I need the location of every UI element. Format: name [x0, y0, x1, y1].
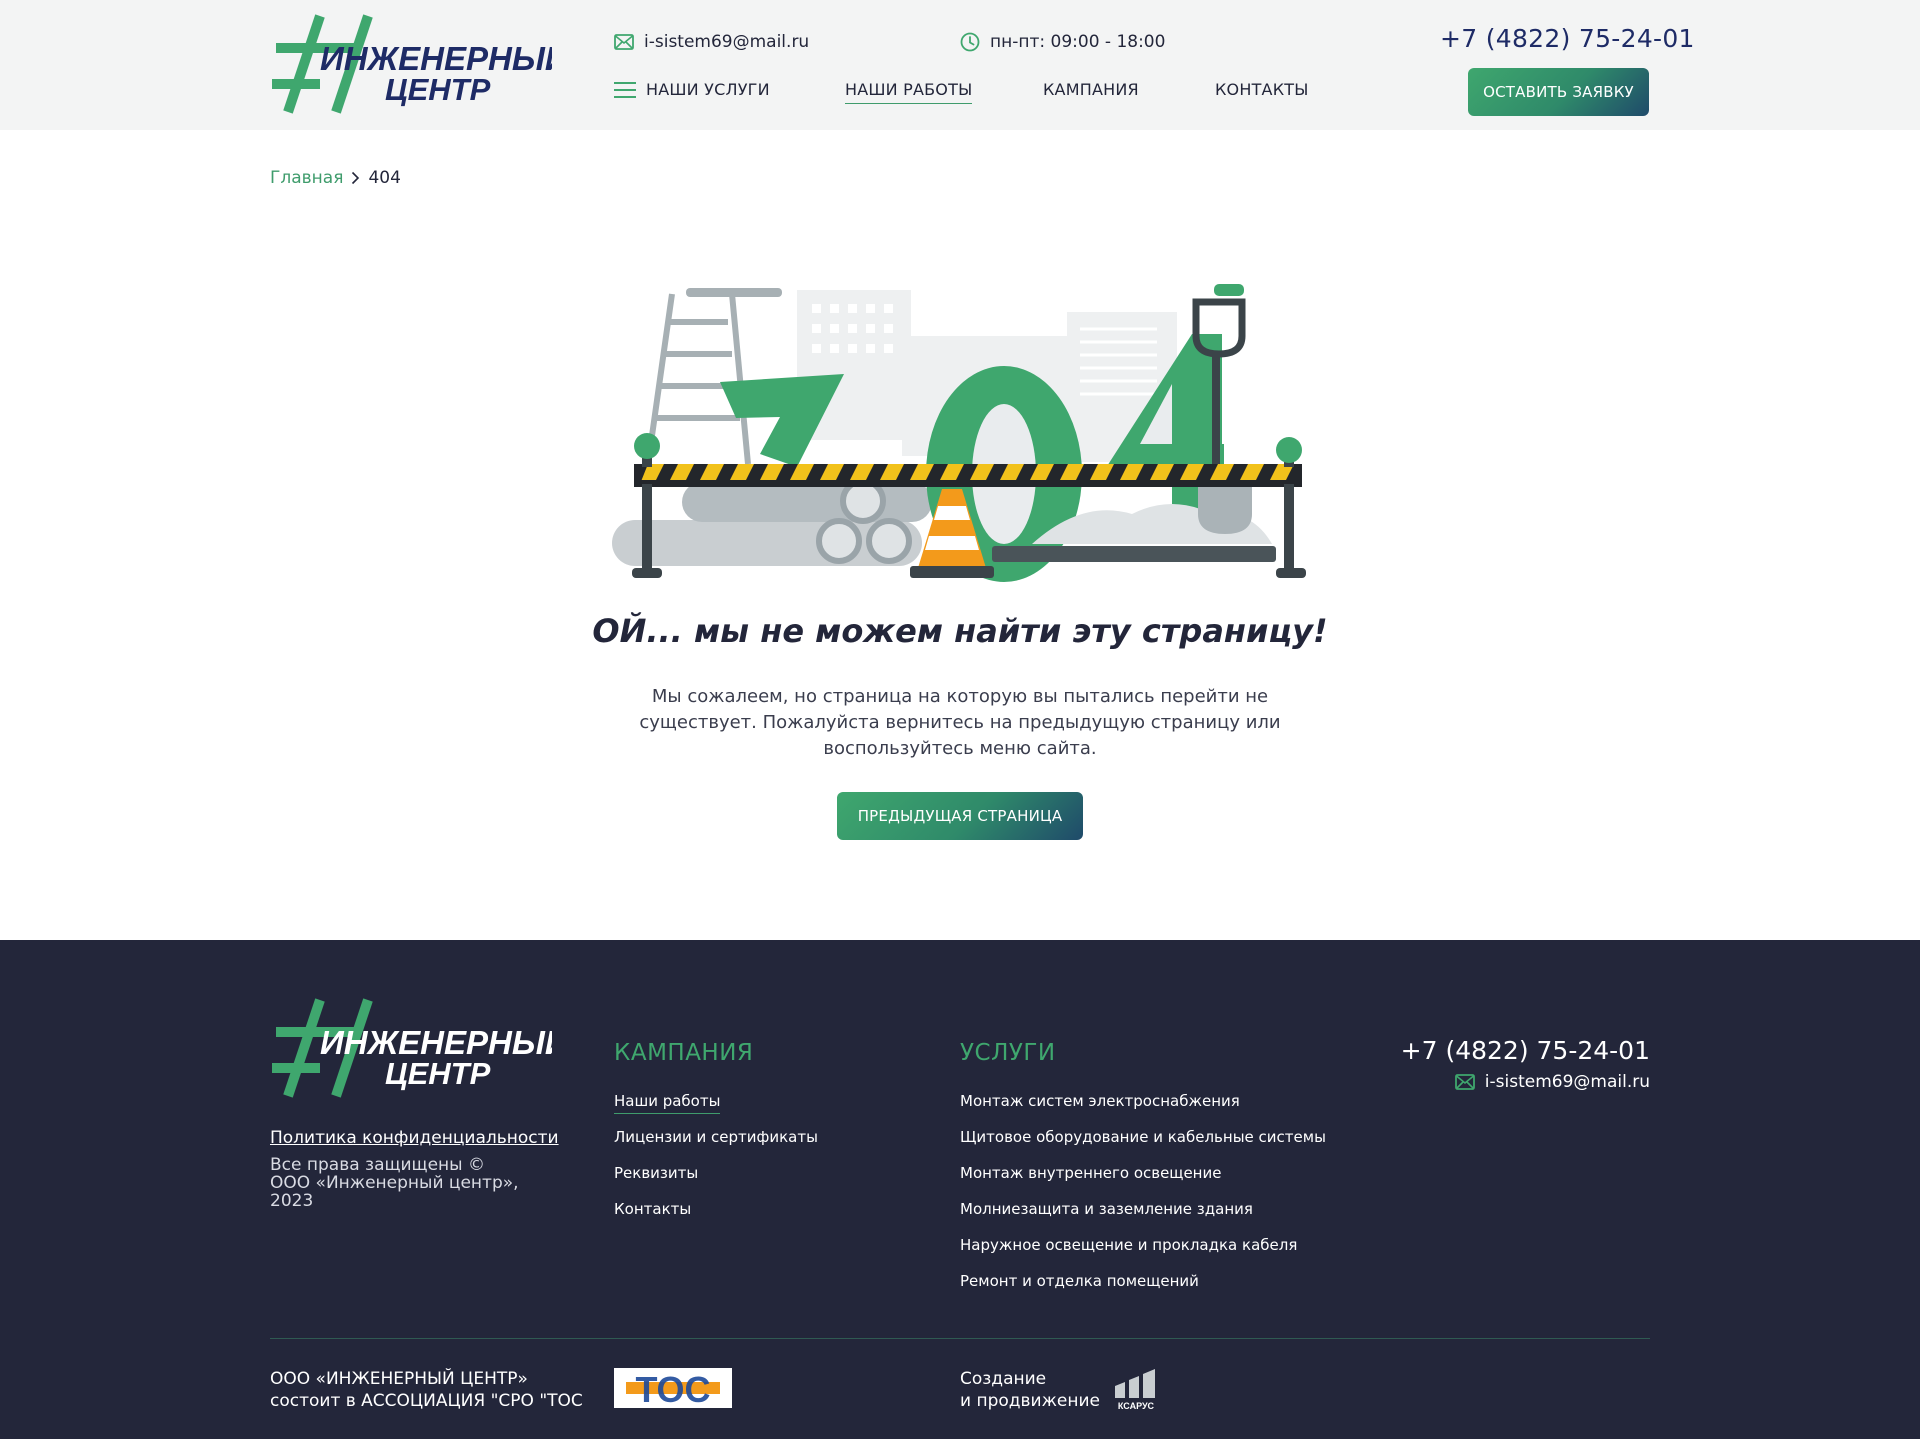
logo-text-line2: ЦЕНТР	[385, 72, 491, 107]
made-by-line2: и продвижение	[960, 1391, 1100, 1411]
privacy-policy-link[interactable]: Политика конфиденциальности	[270, 1128, 559, 1148]
clock-icon	[960, 32, 980, 52]
footer-company-title: КАМПАНИЯ	[614, 1040, 754, 1066]
site-footer: ИНЖЕНЕРНЫЙ ЦЕНТР Политика конфиденциальн…	[0, 940, 1920, 1439]
footer-service-link[interactable]: Щитовое оборудование и кабельные системы	[960, 1128, 1326, 1164]
organization-membership: состоит в АССОЦИАЦИЯ "СРО "ТОС	[270, 1391, 583, 1411]
mail-icon	[1454, 1074, 1475, 1090]
footer-link-contacts[interactable]: Контакты	[614, 1200, 818, 1236]
header-phone[interactable]: +7 (4822) 75-24-01	[1440, 24, 1695, 53]
chevron-right-icon	[352, 171, 360, 185]
nav-services[interactable]: НАШИ УСЛУГИ	[614, 80, 770, 99]
footer-service-link[interactable]: Монтаж систем электроснабжения	[960, 1092, 1326, 1128]
logo[interactable]: ИНЖЕНЕРНЫЙ ЦЕНТР	[270, 14, 552, 116]
site-header: ИНЖЕНЕРНЫЙ ЦЕНТР i-sistem69@mail.ru пн-п…	[0, 0, 1920, 130]
footer-services-links: Монтаж систем электроснабжения Щитовое о…	[960, 1092, 1326, 1308]
footer-email-text: i-sistem69@mail.ru	[1484, 1072, 1650, 1092]
error-description: Мы сожалеем, но страница на которую вы п…	[639, 686, 1281, 759]
footer-email[interactable]: i-sistem69@mail.ru	[1454, 1072, 1650, 1092]
breadcrumb-home[interactable]: Главная	[270, 168, 343, 188]
header-email[interactable]: i-sistem69@mail.ru	[614, 32, 809, 52]
footer-link-licenses[interactable]: Лицензии и сертификаты	[614, 1128, 818, 1164]
request-button[interactable]: ОСТАВИТЬ ЗАЯВКУ	[1468, 68, 1649, 116]
footer-services-title: УСЛУГИ	[960, 1040, 1056, 1066]
ksarus-logo[interactable]: КСАРУС	[1113, 1368, 1159, 1410]
ladder-top	[686, 288, 782, 297]
organization-name: ООО «ИНЖЕНЕРНЫЙ ЦЕНТР»	[270, 1369, 528, 1389]
footer-company-links: Наши работы Лицензии и сертификаты Рекви…	[614, 1092, 818, 1236]
footer-link-requisites[interactable]: Реквизиты	[614, 1164, 818, 1200]
error-title: ОЙ... мы не можем найти эту страницу!	[592, 612, 1328, 650]
tos-association-logo[interactable]: ТОС	[614, 1368, 732, 1408]
board	[992, 546, 1276, 562]
nav-works[interactable]: НАШИ РАБОТЫ	[845, 80, 973, 104]
footer-divider	[270, 1338, 1650, 1339]
footer-service-link[interactable]: Молниезащита и заземление здания	[960, 1200, 1326, 1236]
organization-info: ООО «ИНЖЕНЕРНЫЙ ЦЕНТР» состоит в АССОЦИА…	[270, 1368, 583, 1412]
footer-service-link[interactable]: Ремонт и отделка помещений	[960, 1272, 1326, 1308]
breadcrumb: Главная 404	[270, 168, 401, 188]
construction-404-illustration	[612, 284, 1306, 582]
footer-link-works[interactable]: Наши работы	[614, 1092, 818, 1128]
ksarus-logo-text: КСАРУС	[1118, 1401, 1155, 1410]
ladder	[645, 293, 751, 465]
nav-company[interactable]: КАМПАНИЯ	[1043, 80, 1139, 99]
header-hours: пн-пт: 09:00 - 18:00	[960, 32, 1165, 52]
made-by-text: Создание и продвижение	[960, 1368, 1100, 1412]
footer-service-link[interactable]: Монтаж внутреннего освещение	[960, 1164, 1326, 1200]
menu-icon	[614, 81, 636, 98]
pipe-upper	[682, 482, 932, 522]
header-hours-text: пн-пт: 09:00 - 18:00	[990, 32, 1166, 52]
nav-services-label: НАШИ УСЛУГИ	[646, 80, 770, 99]
copyright-text: Все права защищены © ООО «Инженерный цен…	[270, 1155, 519, 1211]
footer-logo[interactable]: ИНЖЕНЕРНЫЙ ЦЕНТР	[270, 998, 552, 1100]
mail-icon	[614, 34, 634, 50]
breadcrumb-current: 404	[368, 168, 401, 188]
tos-logo-text: ТОС	[635, 1369, 710, 1408]
previous-page-button[interactable]: ПРЕДЫДУЩАЯ СТРАНИЦА	[837, 792, 1083, 840]
header-email-text: i-sistem69@mail.ru	[644, 32, 810, 52]
made-by-line1: Создание	[960, 1369, 1047, 1389]
nav-contacts[interactable]: КОНТАКТЫ	[1215, 80, 1309, 99]
footer-logo-text-line2: ЦЕНТР	[385, 1056, 491, 1091]
footer-link-works-label: Наши работы	[614, 1092, 721, 1114]
footer-service-link[interactable]: Наружное освещение и прокладка кабеля	[960, 1236, 1326, 1272]
footer-phone[interactable]: +7 (4822) 75-24-01	[1401, 1036, 1650, 1065]
